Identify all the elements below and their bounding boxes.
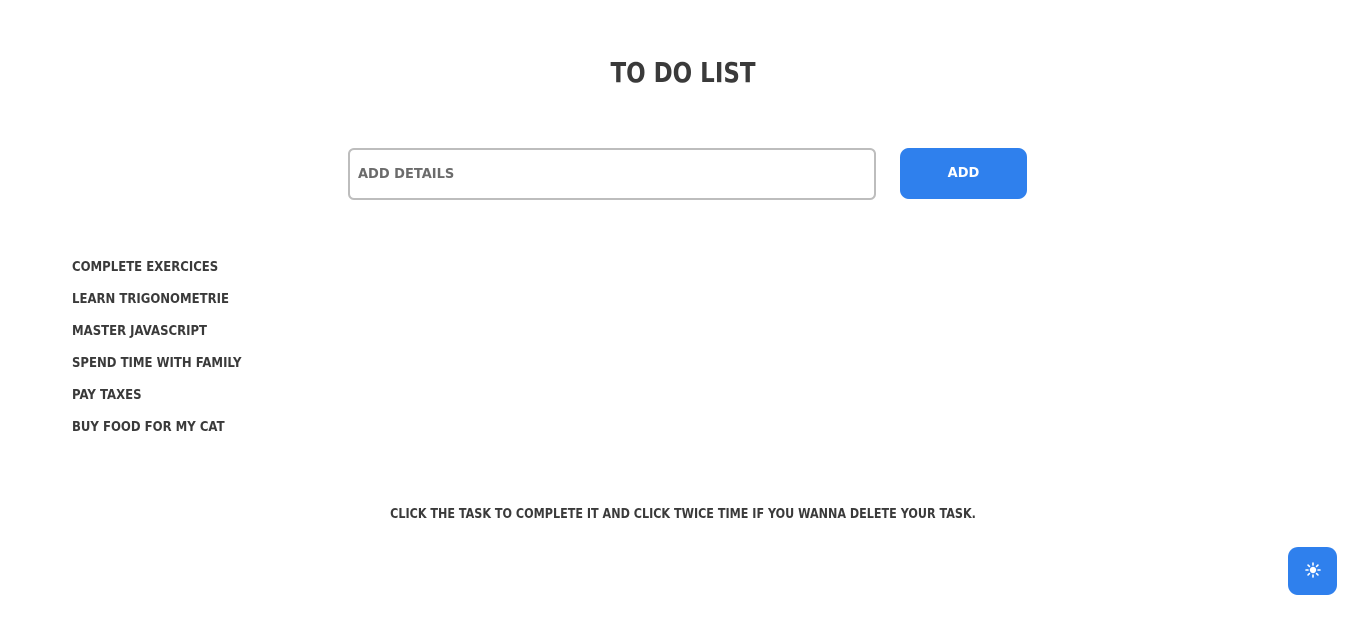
task-item[interactable]: SPEND TIME WITH FAMILY [72, 354, 242, 386]
task-list: COMPLETE EXERCICES LEARN TRIGONOMETRIE M… [72, 258, 260, 450]
instructions-text: CLICK THE TASK TO COMPLETE IT AND CLICK … [390, 507, 976, 522]
todo-app: TO DO LIST ADD COMPLETE EXERCICES LEARN … [0, 0, 1366, 624]
task-item[interactable]: MASTER JAVASCRIPT [72, 322, 242, 354]
task-item[interactable]: PAY TAXES [72, 386, 242, 418]
add-button[interactable]: ADD [900, 148, 1027, 199]
task-details-input[interactable] [348, 148, 876, 200]
task-item[interactable]: COMPLETE EXERCICES [72, 258, 242, 290]
add-task-form: ADD [348, 148, 1028, 200]
page-title: TO DO LIST [610, 56, 756, 89]
sun-icon [1304, 561, 1321, 581]
theme-toggle-button[interactable] [1288, 547, 1337, 595]
task-item[interactable]: LEARN TRIGONOMETRIE [72, 290, 242, 322]
task-item[interactable]: BUY FOOD FOR MY CAT [72, 418, 242, 450]
